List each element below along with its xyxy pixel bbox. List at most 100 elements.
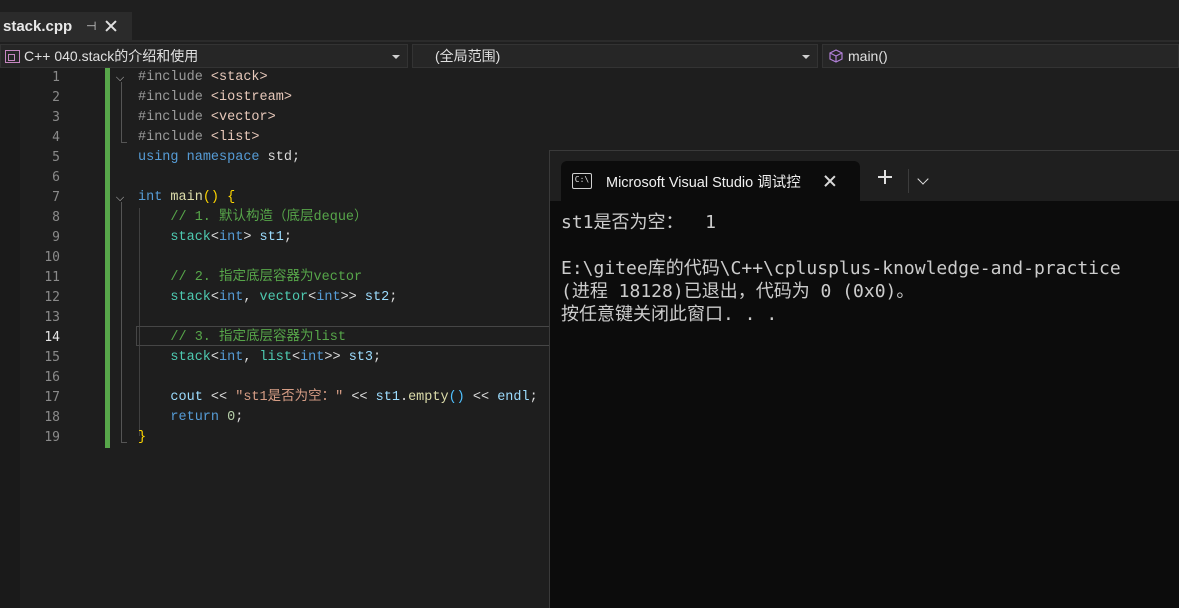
- code-token: ;: [283, 230, 292, 245]
- code-token: stack: [170, 230, 211, 245]
- code-line: }: [138, 428, 146, 448]
- close-icon[interactable]: [824, 175, 836, 187]
- code-token: empty: [408, 390, 449, 405]
- code-token: endl: [497, 390, 530, 405]
- code-token: ;: [235, 410, 244, 425]
- fold-chevron-icon[interactable]: ⌵: [113, 68, 127, 88]
- code-token: <list>: [210, 130, 260, 145]
- code-token: ,: [243, 350, 260, 365]
- code-token: st2: [364, 290, 390, 305]
- line-number: 11: [44, 270, 60, 285]
- member-dropdown[interactable]: main(): [822, 44, 1179, 68]
- line-number: 4: [52, 130, 60, 145]
- code-token: <<: [202, 390, 236, 405]
- code-token: <vector>: [210, 110, 276, 125]
- code-token: int: [219, 230, 244, 245]
- line-number: 17: [44, 390, 60, 405]
- close-icon[interactable]: [104, 19, 118, 33]
- line-number: 14: [44, 330, 60, 345]
- line-number: 7: [52, 190, 60, 205]
- code-token: int: [219, 350, 244, 365]
- member-dropdown-label: main(): [848, 48, 888, 64]
- scope-dropdown-label: (全局范围): [435, 48, 501, 64]
- code-line: #include <stack>: [138, 68, 268, 88]
- line-number: 12: [44, 290, 60, 305]
- terminal-output[interactable]: st1是否为空： 1 E:\gitee库的代码\C++\cplusplus-kno…: [561, 211, 1179, 326]
- code-token: stack: [170, 290, 211, 305]
- code-token: .: [399, 390, 409, 405]
- code-line: // 2. 指定底层容器为vector: [138, 268, 362, 288]
- code-token: ;: [373, 350, 382, 365]
- code-token: {: [227, 190, 236, 205]
- code-token: #include: [138, 130, 211, 145]
- code-token: <iostream>: [210, 90, 292, 105]
- terminal-titlebar: C:\ Microsoft Visual Studio 调试控: [550, 151, 1179, 201]
- code-line: stack<int, vector<int>> st2;: [138, 288, 397, 308]
- tab-stack-cpp[interactable]: stack.cpp ⊣: [0, 12, 132, 40]
- change-tracking-bar: [105, 68, 110, 448]
- line-number: 2: [52, 90, 60, 105]
- pin-icon[interactable]: ⊣: [84, 19, 98, 33]
- line-number: 18: [44, 410, 60, 425]
- terminal-tab[interactable]: C:\ Microsoft Visual Studio 调试控: [561, 161, 860, 201]
- fold-chevron-icon[interactable]: ⌵: [113, 188, 127, 208]
- cube-icon: [829, 49, 843, 63]
- line-number: 5: [52, 150, 60, 165]
- project-dropdown-label: C++ 040.stack的介绍和使用: [24, 48, 199, 64]
- code-token: main: [170, 190, 203, 205]
- code-token: vector: [259, 290, 309, 305]
- navigation-bar: C++ 040.stack的介绍和使用 (全局范围) main(): [0, 40, 1179, 68]
- project-dropdown[interactable]: C++ 040.stack的介绍和使用: [0, 44, 408, 68]
- chevron-down-icon: [802, 55, 810, 59]
- terminal-output-line: E:\gitee库的代码\C++\cplusplus-knowledge-and…: [561, 258, 1121, 279]
- code-line: stack<int, list<int>> st3;: [138, 348, 381, 368]
- code-token: #include: [138, 70, 211, 85]
- code-token: }: [138, 430, 147, 445]
- line-number: 3: [52, 110, 60, 125]
- terminal-output-line: (进程 18128)已退出，代码为 0 (0x0)。: [561, 281, 915, 302]
- fold-guide: [121, 202, 122, 442]
- chevron-down-icon[interactable]: [917, 173, 929, 185]
- terminal-tab-title: Microsoft Visual Studio 调试控: [606, 174, 801, 191]
- code-token: int: [300, 350, 325, 365]
- code-token: (): [448, 390, 465, 405]
- line-number: 6: [52, 170, 60, 185]
- fold-guide-end: [121, 142, 127, 143]
- code-line: #include <vector>: [138, 108, 276, 128]
- code-line: // 3. 指定底层容器为list: [138, 328, 346, 348]
- terminal-output-line: st1是否为空： 1: [561, 212, 717, 233]
- code-token: // 3. 指定底层容器为list: [138, 330, 346, 345]
- new-tab-plus-icon[interactable]: [878, 170, 892, 184]
- titlebar-divider: [908, 169, 909, 193]
- terminal-output-line: 按任意键关闭此窗口. . .: [561, 304, 778, 325]
- code-token: <: [210, 230, 220, 245]
- debug-console-window[interactable]: C:\ Microsoft Visual Studio 调试控 st1是否为空：…: [549, 150, 1179, 608]
- project-icon: [5, 49, 20, 63]
- line-number: 10: [44, 250, 60, 265]
- line-number: 1: [52, 70, 60, 85]
- code-token: namespace: [186, 150, 260, 165]
- scope-dropdown[interactable]: (全局范围): [412, 44, 818, 68]
- code-token: #include: [138, 110, 211, 125]
- code-line: cout << "st1是否为空：" << st1.empty() << end…: [138, 388, 538, 408]
- code-token: (): [202, 190, 220, 205]
- code-token: // 1. 默认构造（底层deque）: [138, 210, 368, 225]
- code-token: >: [243, 230, 260, 245]
- code-token: list: [259, 350, 292, 365]
- code-line: #include <iostream>: [138, 88, 292, 108]
- line-number: 8: [52, 210, 60, 225]
- line-number: 16: [44, 370, 60, 385]
- code-token: ;: [529, 390, 538, 405]
- document-tab-bar: stack.cpp ⊣: [0, 0, 1179, 40]
- code-token: <: [210, 350, 220, 365]
- code-token: // 2. 指定底层容器为vector: [138, 270, 363, 285]
- cmd-icon: C:\: [572, 173, 592, 189]
- code-token: std;: [259, 150, 301, 165]
